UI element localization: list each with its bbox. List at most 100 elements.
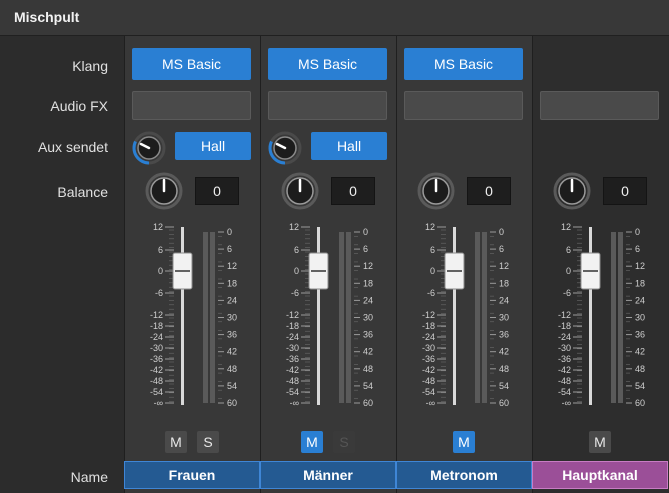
fader-scale-label: -42 (150, 365, 163, 375)
meter-scale-label: 6 (499, 244, 504, 254)
channel-name[interactable]: Metronom (396, 461, 532, 489)
fader-scale-label: -54 (558, 387, 571, 397)
channel-strip-frauen: MS Basic Hall 0 12 6 0 -6 -12 -18 -24 -30 -36 -42… (124, 36, 260, 493)
fader-scale-label: 0 (158, 266, 163, 276)
meter-scale-label: 60 (363, 398, 373, 408)
row-label-klang: Klang (72, 58, 108, 74)
fader-scale-label: -6 (563, 288, 571, 298)
meter-scale-label: 12 (363, 261, 373, 271)
row-label-balance: Balance (57, 184, 108, 200)
fader-scale-label: -30 (422, 343, 435, 353)
channel-name[interactable]: Frauen (124, 461, 260, 489)
fader-scale-label: -42 (286, 365, 299, 375)
volume-fader[interactable]: 1260-6-12-18-24-30-36-42-48-54-∞06121824… (533, 222, 669, 412)
level-meter-right (618, 232, 623, 403)
meter-scale-label: 60 (635, 398, 645, 408)
meter-scale-label: 60 (499, 398, 509, 408)
volume-fader[interactable]: 1260-6-12-18-24-30-36-42-48-54-∞06121824… (397, 222, 533, 412)
balance-knob[interactable] (417, 172, 455, 210)
fader-scale-label: 12 (561, 222, 571, 232)
balance-value[interactable]: 0 (603, 177, 647, 205)
fader-scale-label: -∞ (426, 398, 435, 408)
row-label-name: Name (70, 469, 108, 485)
balance-value[interactable]: 0 (467, 177, 511, 205)
level-meter-right (482, 232, 487, 403)
meter-scale-label: 0 (499, 227, 504, 237)
balance-value[interactable]: 0 (331, 177, 375, 205)
klang-button[interactable]: MS Basic (268, 48, 387, 80)
mute-button[interactable]: M (589, 431, 611, 453)
solo-button: S (333, 431, 355, 453)
meter-scale-label: 24 (363, 295, 373, 305)
fader-scale-label: -36 (558, 354, 571, 364)
meter-scale-label: 0 (363, 227, 368, 237)
volume-fader[interactable]: 1260-6-12-18-24-30-36-42-48-54-∞06121824… (261, 222, 397, 412)
meter-scale-label: 36 (635, 330, 645, 340)
meter-scale-label: 42 (363, 347, 373, 357)
mute-button[interactable]: M (301, 431, 323, 453)
balance-knob[interactable] (281, 172, 319, 210)
level-meter-right (346, 232, 351, 403)
aux-send-button[interactable]: Hall (311, 132, 387, 160)
meter-scale-label: 24 (499, 295, 509, 305)
aux-send-knob[interactable] (132, 131, 166, 165)
mute-button[interactable]: M (165, 431, 187, 453)
level-meter-left (611, 232, 616, 403)
meter-scale-label: 30 (635, 313, 645, 323)
fader-scale-label: 6 (566, 245, 571, 255)
aux-send-knob[interactable] (268, 131, 302, 165)
fader-scale-label: -6 (427, 288, 435, 298)
mute-button[interactable]: M (453, 431, 475, 453)
fader-scale-label: -30 (558, 343, 571, 353)
level-meter-right (210, 232, 215, 403)
solo-button[interactable]: S (197, 431, 219, 453)
fader-scale-label: -12 (422, 310, 435, 320)
meter-scale-label: 54 (635, 381, 645, 391)
audio-fx-slot[interactable] (268, 91, 387, 120)
klang-button[interactable]: MS Basic (132, 48, 251, 80)
meter-scale-label: 54 (363, 381, 373, 391)
fader-scale-label: -18 (150, 321, 163, 331)
balance-knob[interactable] (553, 172, 591, 210)
fader-scale-label: 12 (289, 222, 299, 232)
level-meter-left (203, 232, 208, 403)
fader-scale-label: -30 (150, 343, 163, 353)
meter-scale-label: 30 (227, 313, 237, 323)
audio-fx-slot[interactable] (132, 91, 251, 120)
meter-scale-label: 0 (227, 227, 232, 237)
channel-name[interactable]: Hauptkanal (532, 461, 668, 489)
klang-button[interactable]: MS Basic (404, 48, 523, 80)
fader-scale-label: -6 (291, 288, 299, 298)
meter-scale-label: 42 (499, 347, 509, 357)
channel-strip-metronom: MS Basic 0 12 6 0 -6 -12 -18 -24 -30 -36 -42 -48 -5… (396, 36, 532, 493)
row-labels: Klang Audio FX Aux sendet Balance Name (0, 36, 124, 493)
aux-send-button[interactable]: Hall (175, 132, 251, 160)
audio-fx-slot[interactable] (404, 91, 523, 120)
fader-scale-label: 0 (294, 266, 299, 276)
fader-scale-label: -24 (286, 332, 299, 342)
fader-scale-label: -54 (422, 387, 435, 397)
meter-scale-label: 30 (499, 313, 509, 323)
meter-scale-label: 36 (363, 330, 373, 340)
meter-scale-label: 0 (635, 227, 640, 237)
meter-scale-label: 12 (499, 261, 509, 271)
fader-scale-label: -∞ (562, 398, 571, 408)
balance-knob[interactable] (145, 172, 183, 210)
meter-scale-label: 6 (635, 244, 640, 254)
meter-scale-label: 60 (227, 398, 237, 408)
audio-fx-slot[interactable] (540, 91, 659, 120)
volume-fader[interactable]: 1260-6-12-18-24-30-36-42-48-54-∞06121824… (125, 222, 261, 412)
fader-scale-label: 0 (430, 266, 435, 276)
channel-strip-hauptkanal: 0 12 6 0 -6 -12 -18 -24 -30 -36 -42 -48 -54 -∞ 0 6 12 18… (532, 36, 668, 493)
meter-scale-label: 36 (227, 330, 237, 340)
fader-scale-label: -6 (155, 288, 163, 298)
balance-value[interactable]: 0 (195, 177, 239, 205)
meter-scale-label: 36 (499, 330, 509, 340)
meter-scale-label: 6 (363, 244, 368, 254)
fader-scale-label: -24 (150, 332, 163, 342)
meter-scale-label: 54 (499, 381, 509, 391)
meter-scale-label: 48 (499, 364, 509, 374)
meter-scale-label: 18 (499, 278, 509, 288)
fader-scale-label: -∞ (154, 398, 163, 408)
channel-name[interactable]: Männer (260, 461, 396, 489)
